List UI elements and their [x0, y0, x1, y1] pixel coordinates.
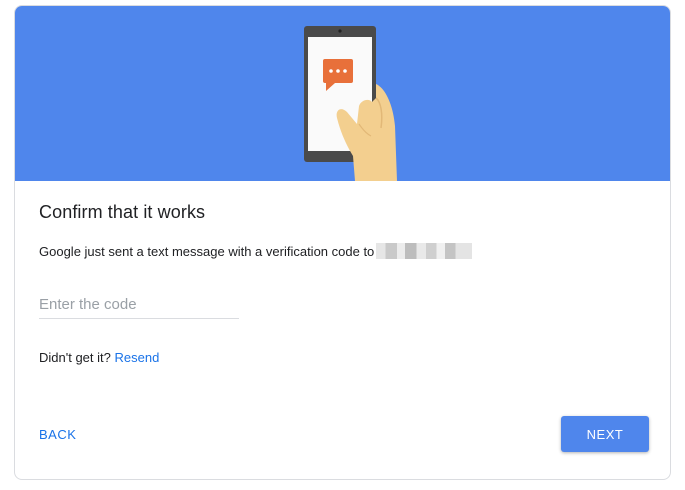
resend-link[interactable]: Resend	[114, 350, 159, 365]
resend-prompt: Didn't get it?	[39, 350, 111, 365]
next-button[interactable]: NEXT	[561, 416, 649, 452]
resend-row: Didn't get it? Resend	[39, 350, 159, 365]
back-button[interactable]: BACK	[33, 420, 82, 448]
code-input[interactable]	[39, 290, 239, 319]
description-text: Google just sent a text message with a v…	[39, 244, 375, 259]
redacted-phone-number	[376, 243, 473, 260]
header-banner	[15, 6, 670, 181]
dialog-description: Google just sent a text message with a v…	[39, 243, 473, 260]
dialog-title: Confirm that it works	[39, 202, 206, 222]
phone-with-message-icon	[304, 26, 397, 181]
verification-dialog: Confirm that it works Google just sent a…	[14, 5, 671, 480]
